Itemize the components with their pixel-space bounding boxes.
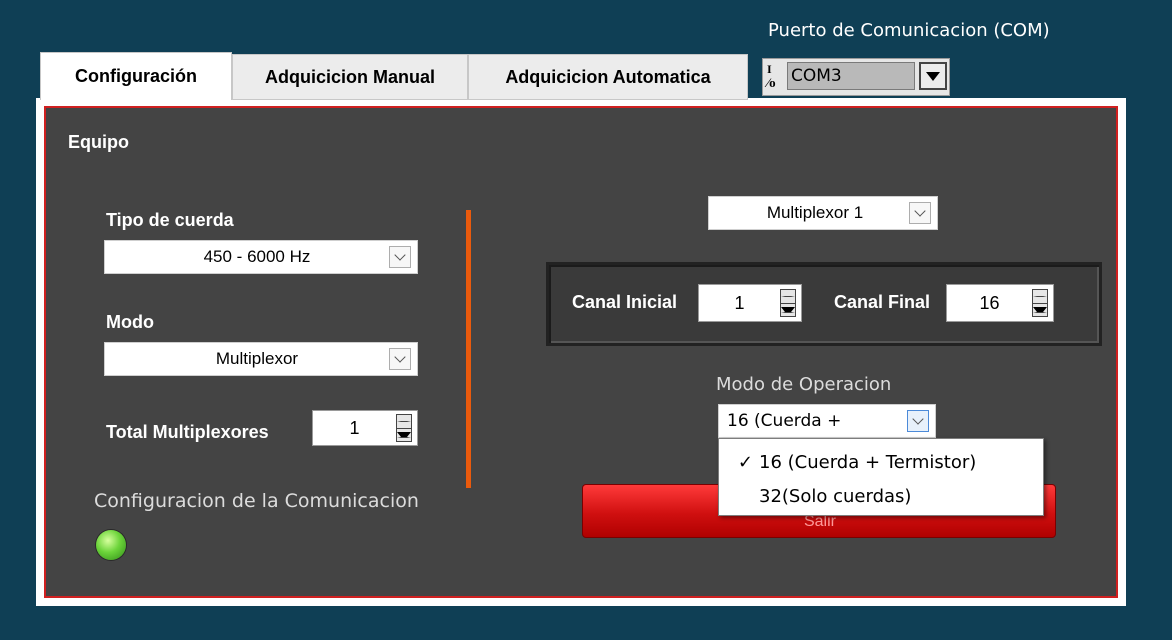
modo-label: Modo [106, 312, 154, 332]
arrow-down-icon [397, 431, 411, 438]
spinner[interactable] [396, 414, 412, 442]
tab-adquisicion-manual[interactable]: Adquicicion Manual [232, 54, 468, 100]
status-led-icon [96, 530, 126, 560]
com-port-selector[interactable]: I ⁄o COM3 [762, 58, 950, 96]
increment-button[interactable] [781, 290, 795, 304]
chevron-down-icon [394, 248, 406, 261]
modo-operacion-label: Modo de Operacion [716, 374, 892, 395]
decrement-button[interactable] [781, 304, 795, 317]
com-port-value[interactable]: COM3 [787, 62, 915, 90]
comm-config-label: Configuracion de la Comunicacion [94, 490, 419, 512]
tipo-cuerda-label: Tipo de cuerda [106, 210, 234, 230]
increment-button[interactable] [397, 415, 411, 429]
section-title-equipo: Equipo [68, 132, 129, 152]
arrow-up-icon [397, 420, 411, 422]
decrement-button[interactable] [397, 429, 411, 442]
chevron-down-icon [912, 412, 924, 425]
dropdown-button[interactable] [389, 246, 411, 268]
multiplexor-value: Multiplexor 1 [766, 203, 864, 222]
menu-item-16-cuerda-termistor[interactable]: ✓ 16 (Cuerda + Termistor) [719, 445, 1043, 479]
chevron-down-icon [914, 204, 926, 217]
modo-operacion-menu: ✓ 16 (Cuerda + Termistor) 32(Solo cuerda… [718, 438, 1044, 516]
dropdown-button[interactable] [389, 348, 411, 370]
menu-item-label: 32(Solo cuerdas) [759, 485, 912, 507]
arrow-up-icon [781, 295, 795, 297]
menu-item-32-solo-cuerdas[interactable]: 32(Solo cuerdas) [719, 479, 1043, 513]
com-port-dropdown-button[interactable] [919, 62, 947, 90]
canal-inicial-value[interactable]: 1 [699, 293, 780, 314]
canal-final-label: Canal Final [834, 292, 931, 312]
canal-inicial-label: Canal Inicial [572, 292, 678, 312]
spinner[interactable] [780, 289, 796, 317]
total-multiplexores-input[interactable]: 1 [312, 410, 418, 446]
modo-operacion-value: 16 (Cuerda + [727, 411, 842, 431]
arrow-down-icon [1033, 306, 1047, 313]
tipo-cuerda-dropdown[interactable]: 450 - 6000 Hz [104, 240, 418, 274]
total-multiplexores-label: Total Multiplexores [106, 422, 269, 442]
modo-operacion-dropdown[interactable]: 16 (Cuerda + [718, 404, 936, 438]
tab-adquisicion-automatica[interactable]: Adquicicion Automatica [468, 54, 748, 100]
menu-item-label: 16 (Cuerda + Termistor) [759, 451, 977, 473]
decrement-button[interactable] [1033, 304, 1047, 317]
multiplexor-dropdown[interactable]: Multiplexor 1 [708, 196, 938, 230]
vertical-divider [466, 210, 471, 488]
canal-final-value[interactable]: 16 [947, 293, 1032, 314]
io-icon: I ⁄o [767, 62, 776, 90]
com-port-title: Puerto de Comunicacion (COM) [768, 20, 1050, 41]
spinner[interactable] [1032, 289, 1048, 317]
canal-inicial-input[interactable]: 1 [698, 284, 802, 322]
modo-dropdown[interactable]: Multiplexor [104, 342, 418, 376]
increment-button[interactable] [1033, 290, 1047, 304]
dropdown-button[interactable] [907, 410, 929, 432]
tab-configuracion[interactable]: Configuración [40, 52, 232, 100]
tipo-cuerda-value: 450 - 6000 Hz [203, 247, 311, 266]
canal-final-input[interactable]: 16 [946, 284, 1054, 322]
checkmark-icon: ✓ [737, 451, 753, 473]
dropdown-button[interactable] [909, 202, 931, 224]
arrow-down-icon [781, 306, 795, 313]
total-multiplexores-value[interactable]: 1 [313, 418, 396, 439]
chevron-down-icon [394, 350, 406, 363]
arrow-up-icon [1033, 295, 1047, 297]
modo-value: Multiplexor [215, 349, 299, 368]
triangle-down-icon [926, 71, 940, 81]
